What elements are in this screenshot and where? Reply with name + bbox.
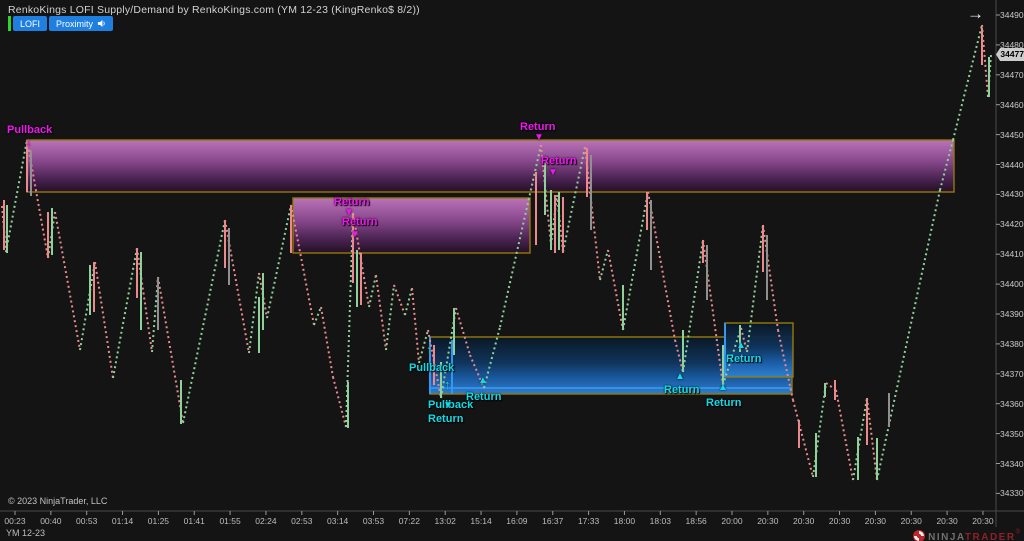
time-tick-label: 16:09 <box>506 516 527 526</box>
price-tick-label: 34360 <box>1000 399 1024 409</box>
time-tick-label: 20:30 <box>972 516 993 526</box>
time-tick-label: 01:55 <box>219 516 240 526</box>
price-tick-label: 34400 <box>1000 279 1024 289</box>
price-tick-label: 34490 <box>1000 10 1024 20</box>
ninjatrader-logo: NINJATRADER® <box>913 527 1020 541</box>
time-tick-label: 15:14 <box>470 516 491 526</box>
chart-canvas[interactable] <box>0 0 1024 541</box>
copyright-text: © 2023 NinjaTrader, LLC <box>8 496 107 506</box>
time-tick-label: 18:00 <box>614 516 635 526</box>
time-tick-label: 17:33 <box>578 516 599 526</box>
logo-reg-mark: ® <box>1016 530 1020 536</box>
time-tick-label: 00:23 <box>4 516 25 526</box>
time-tick-label: 16:37 <box>542 516 563 526</box>
last-price-badge: 34477 <box>996 48 1024 61</box>
price-tick-label: 34410 <box>1000 249 1024 259</box>
price-tick-label: 34420 <box>1000 219 1024 229</box>
instrument-label: YM 12-23 <box>6 528 45 538</box>
time-tick-label: 02:53 <box>291 516 312 526</box>
time-tick-label: 20:00 <box>721 516 742 526</box>
price-tick-label: 34380 <box>1000 339 1024 349</box>
price-tick-label: 34470 <box>1000 70 1024 80</box>
time-tick-label: 20:30 <box>829 516 850 526</box>
time-tick-label: 20:30 <box>793 516 814 526</box>
time-tick-label: 18:56 <box>686 516 707 526</box>
time-tick-label: 03:53 <box>363 516 384 526</box>
supply-zone-1 <box>27 140 954 192</box>
time-tick-label: 03:14 <box>327 516 348 526</box>
price-tick-label: 34340 <box>1000 459 1024 469</box>
time-tick-label: 18:03 <box>650 516 671 526</box>
scroll-to-end-arrow-icon[interactable]: → <box>967 4 984 24</box>
logo-text-ninja: NINJA <box>928 532 965 541</box>
time-tick-label: 00:53 <box>76 516 97 526</box>
supply-zone-2 <box>293 198 530 253</box>
logo-text-trader: TRADER <box>965 532 1016 541</box>
price-tick-label: 34450 <box>1000 130 1024 140</box>
time-tick-label: 02:24 <box>255 516 276 526</box>
time-tick-label: 20:30 <box>757 516 778 526</box>
price-tick-label: 34370 <box>1000 369 1024 379</box>
price-tick-label: 34430 <box>1000 189 1024 199</box>
time-tick-label: 13:02 <box>435 516 456 526</box>
time-tick-label: 01:14 <box>112 516 133 526</box>
time-tick-label: 07:22 <box>399 516 420 526</box>
time-tick-label: 20:30 <box>901 516 922 526</box>
price-tick-label: 34330 <box>1000 488 1024 498</box>
price-tick-label: 34350 <box>1000 429 1024 439</box>
time-tick-label: 00:40 <box>40 516 61 526</box>
time-tick-label: 01:41 <box>184 516 205 526</box>
ninjatrader-chart-window: RenkoKings LOFI Supply/Demand by RenkoKi… <box>0 0 1024 541</box>
time-tick-label: 01:25 <box>148 516 169 526</box>
time-tick-label: 20:30 <box>936 516 957 526</box>
price-tick-label: 34390 <box>1000 309 1024 319</box>
price-tick-label: 34460 <box>1000 100 1024 110</box>
time-tick-label: 20:30 <box>865 516 886 526</box>
ninjatrader-logo-icon <box>913 530 925 541</box>
price-tick-label: 34440 <box>1000 160 1024 170</box>
